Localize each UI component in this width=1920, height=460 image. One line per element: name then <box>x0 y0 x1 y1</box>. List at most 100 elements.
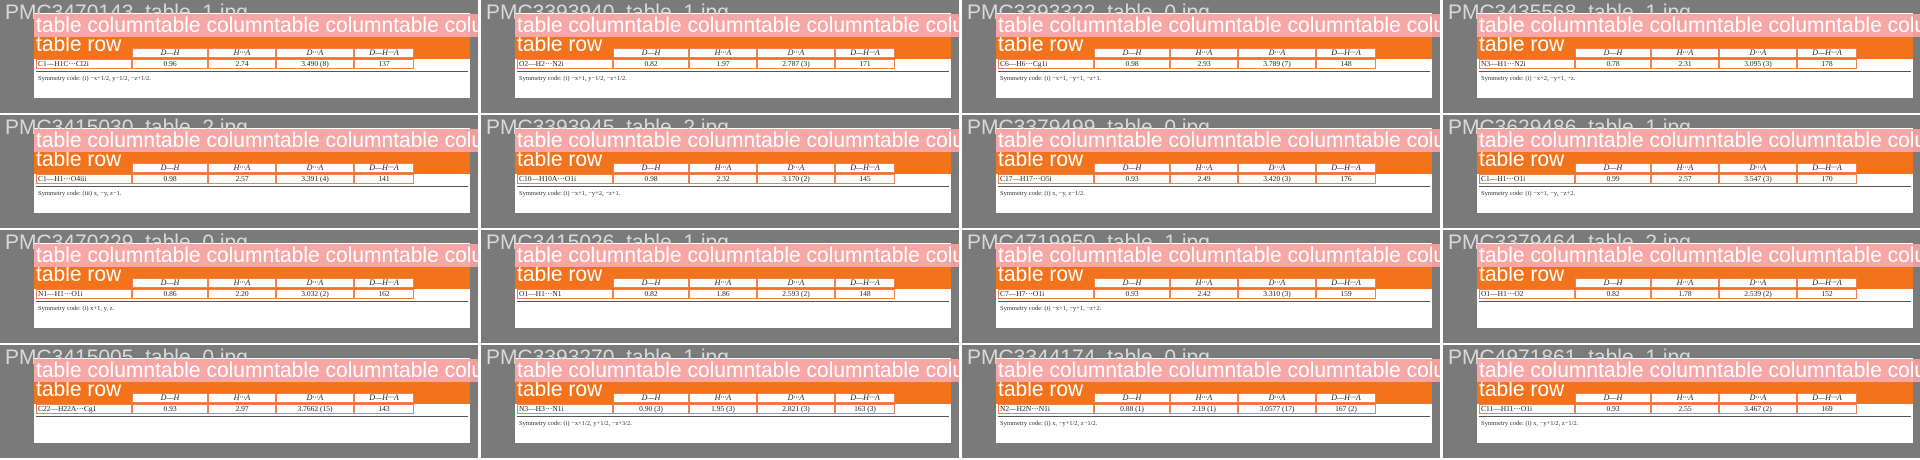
row-annotation-label: table row <box>36 378 122 401</box>
row-annotation-label: table row <box>1479 33 1565 56</box>
column-annotation-band: table columntable columntable columntabl… <box>515 244 959 267</box>
thumbnail-tile[interactable]: PMC3393940_table_1.jpg table columntable … <box>481 0 959 113</box>
table-cell: 170 <box>1797 174 1857 184</box>
table-cell: 3.467 (2) <box>1719 404 1797 414</box>
table-cell: 0.98 <box>1094 59 1170 69</box>
table-rule <box>998 301 1430 302</box>
table-row: C17—H17···O5i 0.93 2.49 3.420 (3) 176 <box>998 174 1430 185</box>
header-cell: D···A <box>1238 163 1316 173</box>
table-cell: C1—H1C···Cl2i <box>36 59 132 69</box>
row-annotation-label: table row <box>1479 378 1565 401</box>
symmetry-note: Symmetry code: (i) −x+1, −y+1, −z+2. <box>1000 305 1102 312</box>
table-cell: 0.78 <box>1575 59 1651 69</box>
table-cell: 159 <box>1316 289 1376 299</box>
column-annotation-label: table columntable columntable columntabl… <box>1479 14 1920 37</box>
header-cell: D···A <box>1719 163 1797 173</box>
table-cell: 2.57 <box>1651 174 1719 184</box>
table-cell: 2.55 <box>1651 404 1719 414</box>
thumbnail-tile[interactable]: PMC4971861_table_1.jpg table columntable … <box>1443 345 1920 458</box>
table-row: O2—H2···N2i 0.82 1.97 2.787 (3) 171 <box>517 59 949 70</box>
table-cell: 148 <box>1316 59 1376 69</box>
row-annotation-label: table row <box>36 148 122 171</box>
thumbnail-tile[interactable]: PMC4719950_table_1.jpg table columntable … <box>962 230 1440 343</box>
header-cell: D—H···A <box>354 278 414 288</box>
row-annotation-band: table row D—H H···A D···A D—H···A <box>1477 378 1913 404</box>
header-cell: D—H <box>1094 278 1170 288</box>
row-annotation-band: table row D—H H···A D···A D—H···A <box>34 148 470 174</box>
row-annotation-band: table row D—H H···A D···A D—H···A <box>996 379 1432 404</box>
row-annotation-label: table row <box>998 148 1084 171</box>
header-cell: D···A <box>276 278 354 288</box>
table-row: C6—H6···Cg1i 0.98 2.93 3.789 (7) 148 <box>998 59 1430 70</box>
table-cell: 2.821 (3) <box>757 404 835 414</box>
header-cell: H···A <box>1170 278 1238 288</box>
row-annotation-band: table row D—H H···A D···A D—H···A <box>34 263 470 289</box>
thumbnail-tile[interactable]: PMC3470143_table_1.jpg table columntable … <box>0 0 478 113</box>
column-annotation-label: table columntable columntable columntabl… <box>998 244 1440 267</box>
thumbnail-tile[interactable]: PMC3629486_table_1.jpg table columntable … <box>1443 115 1920 228</box>
table-cell: 2.74 <box>208 59 276 69</box>
thumbnail-tile[interactable]: PMC3393945_table_2.jpg table columntable … <box>481 115 959 228</box>
table-cell: 0.96 <box>132 59 208 69</box>
table-row: N3—H3···N1i 0.90 (3) 1.95 (3) 2.821 (3) 163 … <box>517 404 949 415</box>
header-cell: H···A <box>208 163 276 173</box>
header-cell: D—H <box>132 48 208 58</box>
row-annotation-band: table row D—H H···A D···A D—H···A <box>996 34 1432 59</box>
thumbnail-tile[interactable]: PMC3415026_table_1.jpg table columntable … <box>481 230 959 343</box>
table-cell: C11—H11···O1i <box>1479 404 1575 414</box>
table-cell: 0.93 <box>1094 174 1170 184</box>
header-cell: D—H···A <box>1797 163 1857 173</box>
symmetry-note: Symmetry code: (i) x, −y, z−1/2. <box>1000 190 1085 197</box>
thumbnail-tile[interactable]: PMC3393322_table_0.jpg table columntable … <box>962 0 1440 113</box>
table-cell: O1—H1···O2 <box>1479 289 1575 299</box>
symmetry-note: Symmetry code: (iii) x, −y, z−1. <box>38 190 122 197</box>
column-annotation-label: table columntable columntable columntabl… <box>36 14 478 37</box>
column-annotation-band: table columntable columntable columntabl… <box>996 359 1440 382</box>
row-annotation-label: table row <box>517 33 603 56</box>
table-cell: 0.88 (1) <box>1094 404 1170 414</box>
table-cell: 3.310 (3) <box>1238 289 1316 299</box>
table-rule <box>1479 71 1911 72</box>
thumbnail-tile[interactable]: PMC3435568_table_1.jpg table columntable … <box>1443 0 1920 113</box>
table-cell: 143 <box>354 404 414 414</box>
header-cell: H···A <box>1651 393 1719 403</box>
table-cell: 0.82 <box>613 59 689 69</box>
column-annotation-label: table columntable columntable columntabl… <box>36 359 478 382</box>
thumbnail-tile[interactable]: PMC3379499_table_0.jpg table columntable … <box>962 115 1440 228</box>
table-cell: 171 <box>835 59 895 69</box>
column-annotation-label: table columntable columntable columntabl… <box>1479 359 1920 382</box>
header-cell: D—H···A <box>1316 278 1376 288</box>
row-annotation-band: table row D—H H···A D···A D—H···A <box>996 264 1432 289</box>
table-row: C10—H10A···O1i 0.98 2.32 3.170 (2) 145 <box>517 174 949 185</box>
header-cell: D—H···A <box>354 163 414 173</box>
header-cell: D···A <box>276 163 354 173</box>
thumbnail-grid: PMC3470143_table_1.jpg table columntable … <box>0 0 1920 460</box>
table-cell: 0.86 <box>132 289 208 299</box>
thumbnail-tile[interactable]: PMC3393270_table_1.jpg table columntable … <box>481 345 959 458</box>
symmetry-note: Symmetry code: (i) −x+1, −y+1, −z+1. <box>1000 75 1102 82</box>
thumbnail-tile[interactable]: PMC3379464_table_2.jpg table columntable … <box>1443 230 1920 343</box>
header-cell: H···A <box>689 278 757 288</box>
thumbnail-tile[interactable]: PMC3470229_table_0.jpg table columntable … <box>0 230 478 343</box>
row-annotation-band: table row D—H H···A D···A D—H···A <box>34 378 470 404</box>
symmetry-note: Symmetry code: (i) −x+1, y−1/2, −z+1/2. <box>519 75 627 82</box>
table-cell: 141 <box>354 174 414 184</box>
header-cell: D—H···A <box>1316 393 1376 403</box>
column-annotation-label: table columntable columntable columntabl… <box>517 359 959 382</box>
header-cell: D···A <box>757 163 835 173</box>
row-annotation-label: table row <box>517 148 603 171</box>
column-annotation-band: table columntable columntable columntabl… <box>1477 129 1920 152</box>
column-annotation-band: table columntable columntable columntabl… <box>34 244 478 267</box>
header-cell: H···A <box>1651 163 1719 173</box>
row-annotation-label: table row <box>36 263 122 286</box>
thumbnail-tile[interactable]: PMC3344174_table_0.jpg table columntable … <box>962 345 1440 458</box>
table-cell: 167 (2) <box>1316 404 1376 414</box>
row-annotation-label: table row <box>1479 263 1565 286</box>
header-cell: D—H <box>613 163 689 173</box>
table-row: N3—H1···N2i 0.78 2.31 3.095 (3) 178 <box>1479 59 1911 70</box>
column-annotation-label: table columntable columntable columntabl… <box>1479 129 1920 152</box>
thumbnail-tile[interactable]: PMC3415030_table_2.jpg table columntable … <box>0 115 478 228</box>
header-cell: D—H <box>1094 48 1170 58</box>
thumbnail-tile[interactable]: PMC3415005_table_0.jpg table columntable … <box>0 345 478 458</box>
header-cell: D···A <box>276 393 354 403</box>
